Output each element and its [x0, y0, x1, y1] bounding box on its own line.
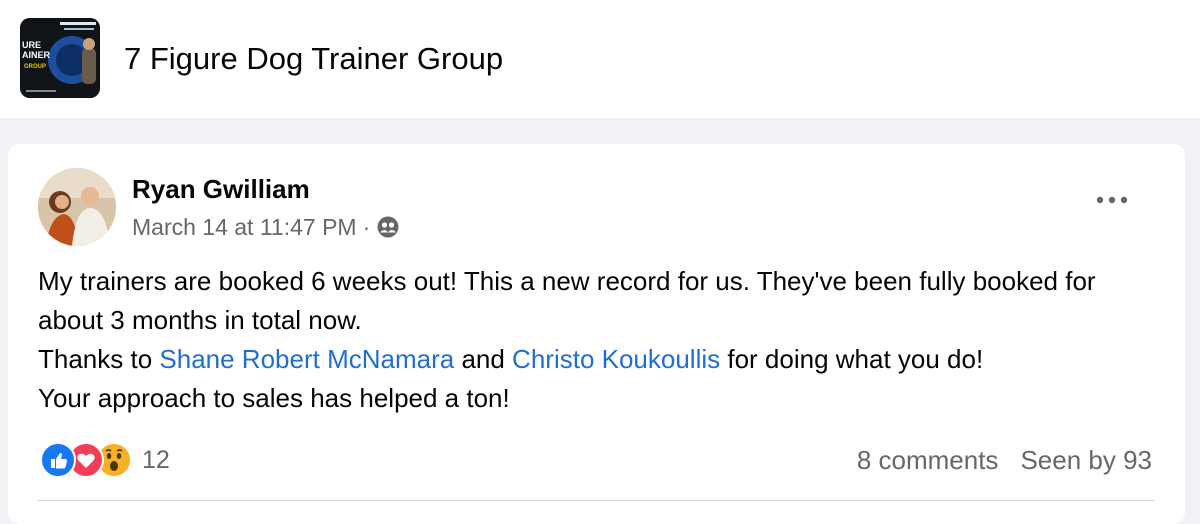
group-header: URE AINER GROUP 7 Figure Dog Trainer Gro…	[0, 0, 1200, 118]
more-options-icon	[1096, 196, 1128, 204]
post-line-2: Thanks to Shane Robert McNamara and Chri…	[38, 340, 1158, 379]
reaction-count[interactable]: 12	[142, 446, 170, 475]
author-name[interactable]: Ryan Gwilliam	[132, 173, 310, 205]
author-avatar[interactable]	[38, 168, 116, 246]
meta-separator: ·	[362, 214, 371, 240]
group-thumb-text-1: URE	[22, 40, 41, 50]
comments-count[interactable]: 8 comments	[857, 445, 999, 475]
post-text: My trainers are booked 6 weeks out! This…	[38, 262, 1158, 418]
more-options-button[interactable]	[1090, 186, 1134, 214]
group-thumb-text-2: AINER	[22, 50, 51, 60]
post-line-1: My trainers are booked 6 weeks out! This…	[38, 266, 1096, 335]
members-icon[interactable]	[376, 215, 400, 239]
mention-shane[interactable]: Shane Robert McNamara	[159, 344, 454, 374]
mention-christo[interactable]: Christo Koukoullis	[512, 344, 720, 374]
post-stats: 8 comments Seen by 93	[857, 442, 1152, 478]
reactions-summary[interactable]: 12	[40, 440, 170, 480]
group-thumb-text-3: GROUP	[24, 64, 46, 70]
post-line-2-prefix: Thanks to	[38, 344, 160, 374]
post-card: Ryan Gwilliam March 14 at 11:47 PM · My …	[8, 144, 1185, 524]
group-cover-image[interactable]: URE AINER GROUP	[20, 18, 100, 98]
group-title[interactable]: 7 Figure Dog Trainer Group	[124, 40, 503, 78]
divider	[38, 500, 1154, 501]
post-timestamp[interactable]: March 14 at 11:47 PM	[132, 212, 357, 242]
seen-by-count[interactable]: Seen by 93	[1020, 445, 1152, 475]
post-meta: March 14 at 11:47 PM ·	[132, 212, 400, 242]
post-line-2-mid: and	[454, 344, 513, 374]
like-icon	[40, 442, 76, 478]
post-line-2-suffix: for doing what you do!	[720, 344, 984, 374]
post-line-3: Your approach to sales has helped a ton!	[38, 383, 510, 413]
